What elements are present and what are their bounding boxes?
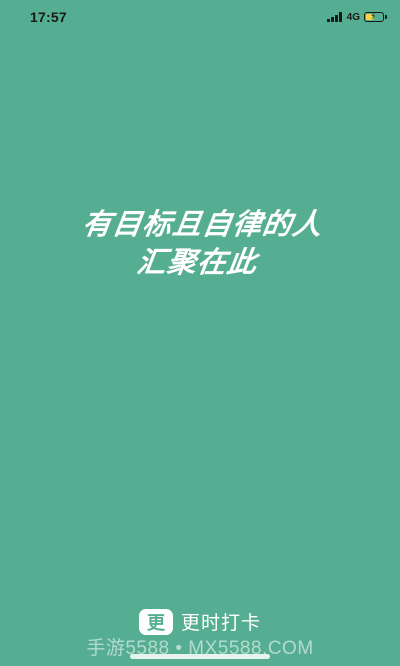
status-bar: 17:57 4G ⚡: [0, 0, 400, 34]
battery-charging-icon: ⚡: [364, 12, 387, 22]
app-name: 更时打卡: [180, 612, 261, 634]
splash-screen: 17:57 4G ⚡ 有目标且自律的人 汇聚在此 更 更时打卡 手游5588 •…: [0, 0, 400, 666]
home-indicator[interactable]: [130, 654, 270, 659]
brand: 更 更时打卡: [0, 608, 400, 635]
slogan-line-2: 汇聚在此: [134, 245, 260, 279]
slogan-line-1: 有目标且自律的人: [80, 207, 326, 241]
status-time: 17:57: [30, 9, 67, 25]
charging-bolt-icon: ⚡: [370, 12, 377, 22]
signal-bars-icon: [326, 12, 343, 22]
app-logo-icon: 更: [138, 608, 173, 635]
slogan: 有目标且自律的人 汇聚在此: [0, 205, 400, 281]
status-indicators: 4G ⚡: [326, 10, 387, 24]
network-type: 4G: [346, 11, 360, 23]
